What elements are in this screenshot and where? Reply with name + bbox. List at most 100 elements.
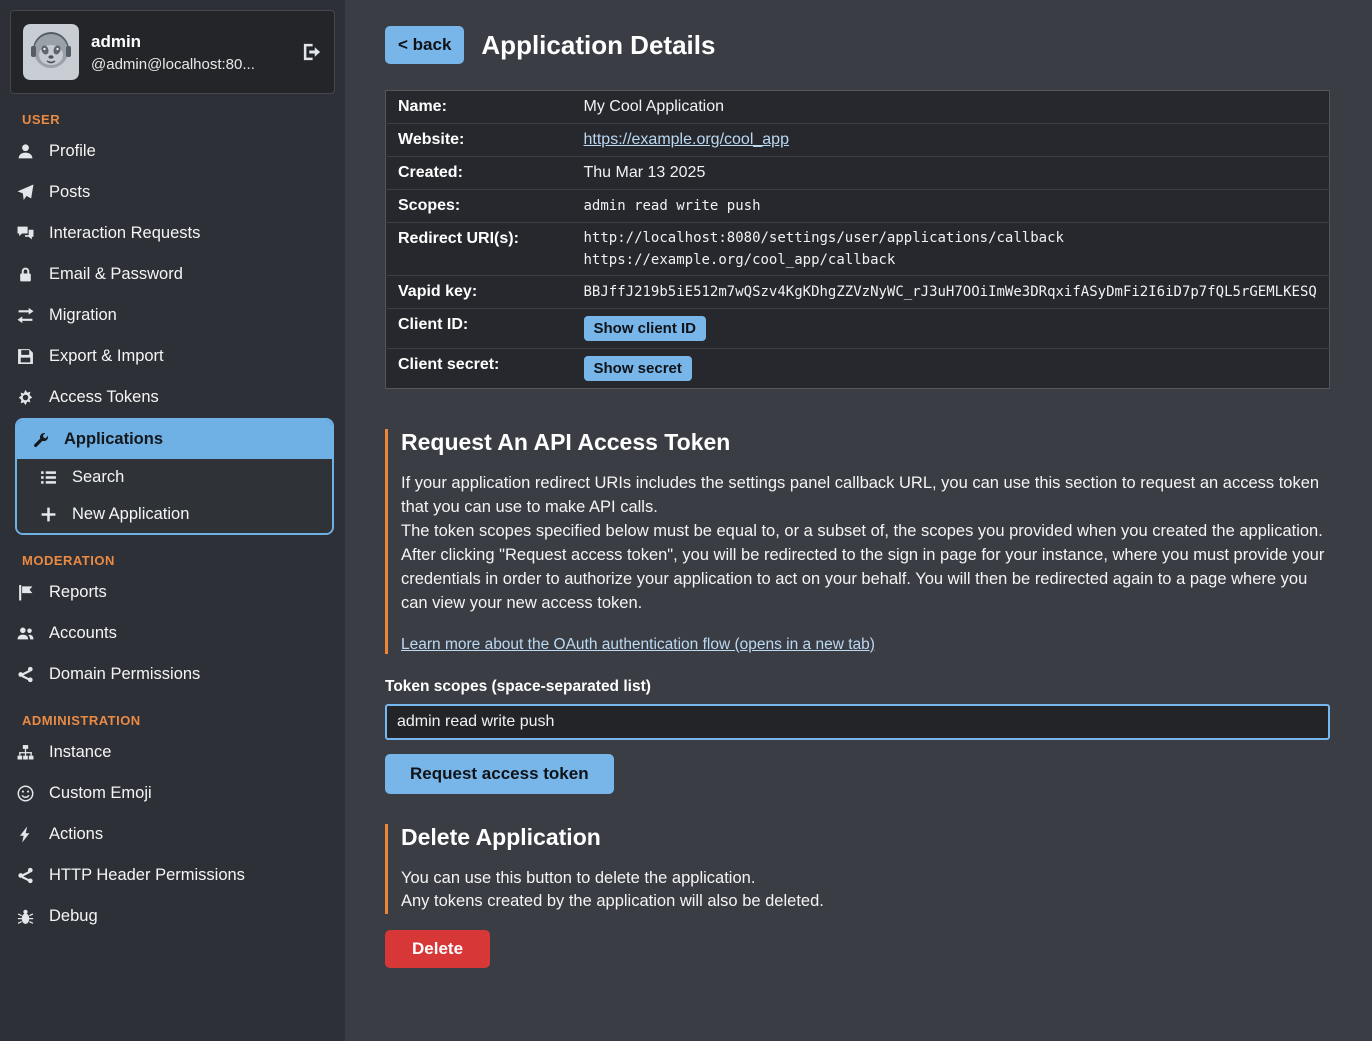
description-paragraph: After clicking "Request access token", y… [401,544,1330,616]
delete-application-section: Delete Application You can use this butt… [385,824,1330,915]
sidebar-item-label: Custom Emoji [49,784,152,803]
lock-icon [16,266,35,283]
table-row: Vapid key: BBJffJ219b5iE512m7wQSzv4KgKDh… [386,276,1330,309]
section-label-administration: ADMINISTRATION [22,713,345,728]
sidebar-item-label: Search [72,468,124,487]
share-nodes-icon [16,666,35,683]
created-value: Thu Mar 13 2025 [576,157,1330,190]
user-card[interactable]: admin @admin@localhost:80... [10,10,335,94]
table-row: Scopes: admin read write push [386,190,1330,223]
sidebar-item-profile[interactable]: Profile [0,131,345,172]
sidebar-item-migration[interactable]: Migration [0,295,345,336]
redirect-uri: https://example.org/cool_app/callback [584,252,1322,268]
request-token-description: If your application redirect URIs includ… [401,472,1330,616]
token-scopes-label: Token scopes (space-separated list) [385,678,1330,696]
sidebar-item-label: Migration [49,306,117,325]
description-line: You can use this button to delete the ap… [401,867,1330,891]
user-icon [16,143,35,160]
sidebar-item-posts[interactable]: Posts [0,172,345,213]
applications-submenu: Search New Application [17,459,332,533]
sidebar-item-http-header-permissions[interactable]: HTTP Header Permissions [0,855,345,896]
tools-icon [31,431,50,448]
row-label: Vapid key: [386,276,576,309]
row-label: Client ID: [386,309,576,349]
sidebar-item-label: Reports [49,583,107,602]
paper-plane-icon [16,184,35,201]
scopes-value: admin read write push [576,190,1330,223]
sidebar-item-debug[interactable]: Debug [0,896,345,937]
sidebar-item-label: Domain Permissions [49,665,200,684]
user-avatar [23,24,79,80]
sidebar-item-label: Export & Import [49,347,164,366]
save-icon [16,348,35,365]
bug-icon [16,908,35,925]
description-paragraph: The token scopes specified below must be… [401,520,1330,544]
logout-icon[interactable] [302,42,322,62]
show-client-id-button[interactable]: Show client ID [584,316,707,341]
sidebar-item-label: Email & Password [49,265,183,284]
certificate-icon [16,389,35,406]
main-content: < back Application Details Name: My Cool… [345,0,1372,1041]
row-label: Website: [386,124,576,157]
user-name: admin [91,32,255,52]
section-label-moderation: MODERATION [22,553,345,568]
exchange-icon [16,307,35,324]
comments-icon [16,225,35,242]
sidebar-item-label: Posts [49,183,90,202]
website-link[interactable]: https://example.org/cool_app [584,131,789,148]
sidebar-item-label: Actions [49,825,103,844]
redirect-uri: http://localhost:8080/settings/user/appl… [584,230,1322,246]
row-label: Scopes: [386,190,576,223]
description-line: Any tokens created by the application wi… [401,890,1330,914]
sidebar-item-label: New Application [72,505,189,524]
redirect-uris-value: http://localhost:8080/settings/user/appl… [576,223,1330,276]
request-token-title: Request An API Access Token [401,429,1330,456]
sidebar-item-label: HTTP Header Permissions [49,866,245,885]
sidebar-item-interaction-requests[interactable]: Interaction Requests [0,213,345,254]
sidebar-item-domain-permissions[interactable]: Domain Permissions [0,654,345,695]
row-label: Name: [386,91,576,124]
row-label: Redirect URI(s): [386,223,576,276]
vapid-key-value: BBJffJ219b5iE512m7wQSzv4KgKDhgZZVzNyWC_r… [576,276,1330,309]
sidebar-item-label: Access Tokens [49,388,159,407]
sidebar-item-email-password[interactable]: Email & Password [0,254,345,295]
sidebar-item-access-tokens[interactable]: Access Tokens [0,377,345,418]
bolt-icon [16,826,35,843]
page-header: < back Application Details [385,26,1330,64]
sidebar-group-applications: Applications Search New Application [15,418,334,535]
token-scopes-input[interactable] [385,704,1330,740]
sidebar-item-export-import[interactable]: Export & Import [0,336,345,377]
sidebar-item-label: Profile [49,142,96,161]
list-icon [39,469,58,486]
sidebar-item-label: Debug [49,907,98,926]
sidebar-item-label: Applications [64,430,163,449]
users-icon [16,625,35,642]
table-row: Created: Thu Mar 13 2025 [386,157,1330,190]
smile-icon [16,785,35,802]
show-secret-button[interactable]: Show secret [584,356,692,381]
sidebar-item-instance[interactable]: Instance [0,732,345,773]
share-nodes-icon [16,867,35,884]
oauth-docs-link[interactable]: Learn more about the OAuth authenticatio… [401,636,875,654]
sidebar-item-actions[interactable]: Actions [0,814,345,855]
application-details-table: Name: My Cool Application Website: https… [385,90,1330,389]
back-button[interactable]: < back [385,26,464,64]
delete-application-title: Delete Application [401,824,1330,851]
sidebar-item-accounts[interactable]: Accounts [0,613,345,654]
sidebar-item-label: Interaction Requests [49,224,200,243]
plus-icon [39,506,58,523]
sidebar-item-new-application[interactable]: New Application [17,496,332,533]
sidebar-item-reports[interactable]: Reports [0,572,345,613]
sidebar-nav: USER Profile Posts Interaction Requests … [0,112,345,937]
sidebar-item-custom-emoji[interactable]: Custom Emoji [0,773,345,814]
section-label-user: USER [22,112,345,127]
row-label: Created: [386,157,576,190]
delete-application-description: You can use this button to delete the ap… [401,867,1330,915]
sidebar-item-applications-search[interactable]: Search [17,459,332,496]
row-label: Client secret: [386,349,576,389]
request-access-token-button[interactable]: Request access token [385,754,614,794]
sidebar-item-label: Instance [49,743,111,762]
table-row: Client secret: Show secret [386,349,1330,389]
delete-button[interactable]: Delete [385,930,490,968]
sidebar-item-applications[interactable]: Applications [17,420,332,459]
